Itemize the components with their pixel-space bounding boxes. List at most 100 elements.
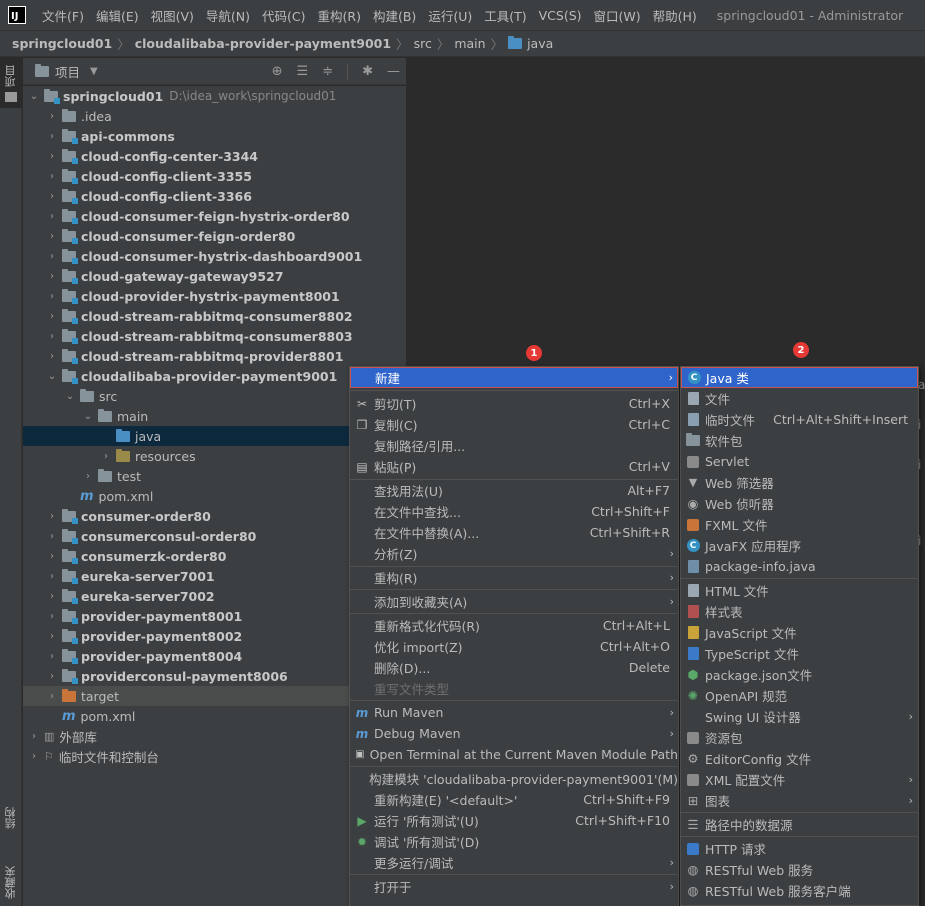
ctx-rebuild[interactable]: 重新构建(E) '<default>' Ctrl+Shift+F9 xyxy=(350,789,678,810)
chevron-right-icon[interactable]: › xyxy=(45,211,59,222)
menu-view[interactable]: 视图(V) xyxy=(145,6,200,25)
ctx-open-in[interactable]: 打开于 › xyxy=(350,876,678,897)
ctx-debug-maven[interactable]: m Debug Maven › xyxy=(350,723,678,744)
menu-navigate[interactable]: 导航(N) xyxy=(200,6,256,25)
new-openapi-spec[interactable]: ✺ OpenAPI 规范 xyxy=(681,685,918,706)
new-datasource-in-path[interactable]: ☰ 路径中的数据源 xyxy=(681,814,918,835)
chevron-right-icon[interactable]: › xyxy=(45,511,59,522)
tree-row-module[interactable]: › cloud-stream-rabbitmq-consumer8803 xyxy=(23,326,406,346)
chevron-right-icon[interactable]: › xyxy=(45,331,59,342)
chevron-right-icon[interactable]: › xyxy=(45,171,59,182)
menu-refactor[interactable]: 重构(R) xyxy=(312,6,367,25)
chevron-down-icon[interactable]: ⌄ xyxy=(81,411,95,422)
chevron-down-icon[interactable]: ⌄ xyxy=(27,91,41,102)
new-stylesheet[interactable]: 样式表 xyxy=(681,601,918,622)
tree-row-module[interactable]: › cloud-stream-rabbitmq-provider8801 xyxy=(23,346,406,366)
favorites-tool-tab[interactable]: 收藏夹 xyxy=(0,858,22,906)
chevron-right-icon[interactable]: › xyxy=(99,451,113,462)
breadcrumb-module[interactable]: cloudalibaba-provider-payment9001 xyxy=(135,36,391,51)
tree-row-module[interactable]: › cloud-consumer-feign-order80 xyxy=(23,226,406,246)
ctx-analyze[interactable]: 分析(Z) › xyxy=(350,543,678,564)
breadcrumb-java[interactable]: java xyxy=(527,36,553,51)
chevron-right-icon[interactable]: › xyxy=(45,271,59,282)
menu-run[interactable]: 运行(U) xyxy=(422,6,478,25)
chevron-right-icon[interactable]: › xyxy=(45,671,59,682)
chevron-right-icon[interactable]: › xyxy=(45,351,59,362)
gear-icon[interactable]: ✱ xyxy=(362,64,373,79)
new-resource-bundle[interactable]: 资源包 xyxy=(681,727,918,748)
chevron-right-icon[interactable]: › xyxy=(27,751,41,762)
new-scratch-file[interactable]: 临时文件 Ctrl+Alt+Shift+Insert xyxy=(681,409,918,430)
new-editorconfig[interactable]: ⚙ EditorConfig 文件 xyxy=(681,748,918,769)
new-javascript-file[interactable]: JavaScript 文件 xyxy=(681,622,918,643)
new-package-info[interactable]: package-info.java xyxy=(681,556,918,577)
menu-file[interactable]: 文件(F) xyxy=(36,6,90,25)
new-swing-ui[interactable]: Swing UI 设计器 › xyxy=(681,706,918,727)
ctx-replace-in-files[interactable]: 在文件中替换(A)... Ctrl+Shift+R xyxy=(350,522,678,543)
ctx-new[interactable]: 新建 › xyxy=(350,367,678,388)
chevron-down-icon[interactable]: ▼ xyxy=(90,66,98,77)
chevron-right-icon[interactable]: › xyxy=(81,471,95,482)
menu-tools[interactable]: 工具(T) xyxy=(478,6,532,25)
ctx-run-tests[interactable]: ▶ 运行 '所有测试'(U) Ctrl+Shift+F10 xyxy=(350,810,678,831)
new-diagram[interactable]: ⊞ 图表 › xyxy=(681,790,918,811)
new-html-file[interactable]: HTML 文件 xyxy=(681,580,918,601)
chevron-right-icon[interactable]: › xyxy=(45,231,59,242)
chevron-right-icon[interactable]: › xyxy=(45,631,59,642)
ctx-find-in-files[interactable]: 在文件中查找... Ctrl+Shift+F xyxy=(350,501,678,522)
chevron-right-icon[interactable]: › xyxy=(45,191,59,202)
new-web-filter[interactable]: ▼ Web 筛选器 xyxy=(681,472,918,493)
ctx-find-usages[interactable]: 查找用法(U) Alt+F7 xyxy=(350,480,678,501)
chevron-right-icon[interactable]: › xyxy=(45,291,59,302)
chevron-right-icon[interactable]: › xyxy=(45,531,59,542)
menu-help[interactable]: 帮助(H) xyxy=(647,6,703,25)
ctx-more-run-debug[interactable]: 更多运行/调试 › xyxy=(350,852,678,873)
ctx-paste[interactable]: ▤ 粘贴(P) Ctrl+V xyxy=(350,456,678,477)
tree-row-module[interactable]: › cloud-config-center-3344 xyxy=(23,146,406,166)
new-javafx-app[interactable]: C JavaFX 应用程序 xyxy=(681,535,918,556)
menu-build[interactable]: 构建(B) xyxy=(367,6,422,25)
tree-row-module[interactable]: › cloud-stream-rabbitmq-consumer8802 xyxy=(23,306,406,326)
menu-code[interactable]: 代码(C) xyxy=(256,6,311,25)
chevron-down-icon[interactable]: ⌄ xyxy=(45,371,59,382)
locate-icon[interactable]: ⊕ xyxy=(272,64,283,79)
new-file[interactable]: 文件 xyxy=(681,388,918,409)
ctx-refactor[interactable]: 重构(R) › xyxy=(350,567,678,588)
breadcrumb-main[interactable]: main xyxy=(454,36,485,51)
menu-window[interactable]: 窗口(W) xyxy=(588,6,647,25)
breadcrumb-src[interactable]: src xyxy=(414,36,432,51)
ctx-debug-tests[interactable]: ✹ 调试 '所有测试'(D) xyxy=(350,831,678,852)
ctx-build-module[interactable]: 构建模块 'cloudalibaba-provider-payment9001'… xyxy=(350,768,678,789)
new-web-listener[interactable]: ◉ Web 侦听器 xyxy=(681,493,918,514)
new-java-class[interactable]: C Java 类 xyxy=(681,367,918,388)
ctx-open-terminal[interactable]: ▣ Open Terminal at the Current Maven Modu… xyxy=(350,744,678,765)
project-panel-title[interactable]: 项目 xyxy=(55,62,80,81)
chevron-right-icon[interactable]: › xyxy=(45,151,59,162)
tree-row-module[interactable]: › cloud-provider-hystrix-payment8001 xyxy=(23,286,406,306)
new-package-json[interactable]: ⬢ package.json文件 xyxy=(681,664,918,685)
ctx-copy[interactable]: ❐ 复制(C) Ctrl+C xyxy=(350,414,678,435)
tree-row-module[interactable]: › .idea xyxy=(23,106,406,126)
new-fxml-file[interactable]: FXML 文件 xyxy=(681,514,918,535)
tree-row-module[interactable]: › cloud-config-client-3366 xyxy=(23,186,406,206)
ctx-copy-path[interactable]: 复制路径/引用... xyxy=(350,435,678,456)
new-restful-client[interactable]: ◍ RESTful Web 服务客户端 xyxy=(681,880,918,901)
new-http-request[interactable]: HTTP 请求 xyxy=(681,838,918,859)
new-servlet[interactable]: Servlet xyxy=(681,451,918,472)
new-xml-config[interactable]: XML 配置文件 › xyxy=(681,769,918,790)
chevron-right-icon[interactable]: › xyxy=(45,591,59,602)
chevron-right-icon[interactable]: › xyxy=(45,311,59,322)
chevron-right-icon[interactable]: › xyxy=(45,571,59,582)
ctx-optimize-imports[interactable]: 优化 import(Z) Ctrl+Alt+O xyxy=(350,636,678,657)
chevron-right-icon[interactable]: › xyxy=(45,611,59,622)
chevron-right-icon[interactable]: › xyxy=(45,251,59,262)
collapse-all-icon[interactable]: ≑ xyxy=(322,64,333,79)
tree-row-module[interactable]: › cloud-config-client-3355 xyxy=(23,166,406,186)
tree-row-module[interactable]: › cloud-consumer-feign-hystrix-order80 xyxy=(23,206,406,226)
menu-vcs[interactable]: VCS(S) xyxy=(533,8,588,23)
expand-all-icon[interactable]: ☰ xyxy=(297,64,309,79)
ctx-run-maven[interactable]: m Run Maven › xyxy=(350,702,678,723)
menu-edit[interactable]: 编辑(E) xyxy=(90,6,145,25)
chevron-right-icon[interactable]: › xyxy=(45,111,59,122)
breadcrumb-project[interactable]: springcloud01 xyxy=(12,36,112,51)
